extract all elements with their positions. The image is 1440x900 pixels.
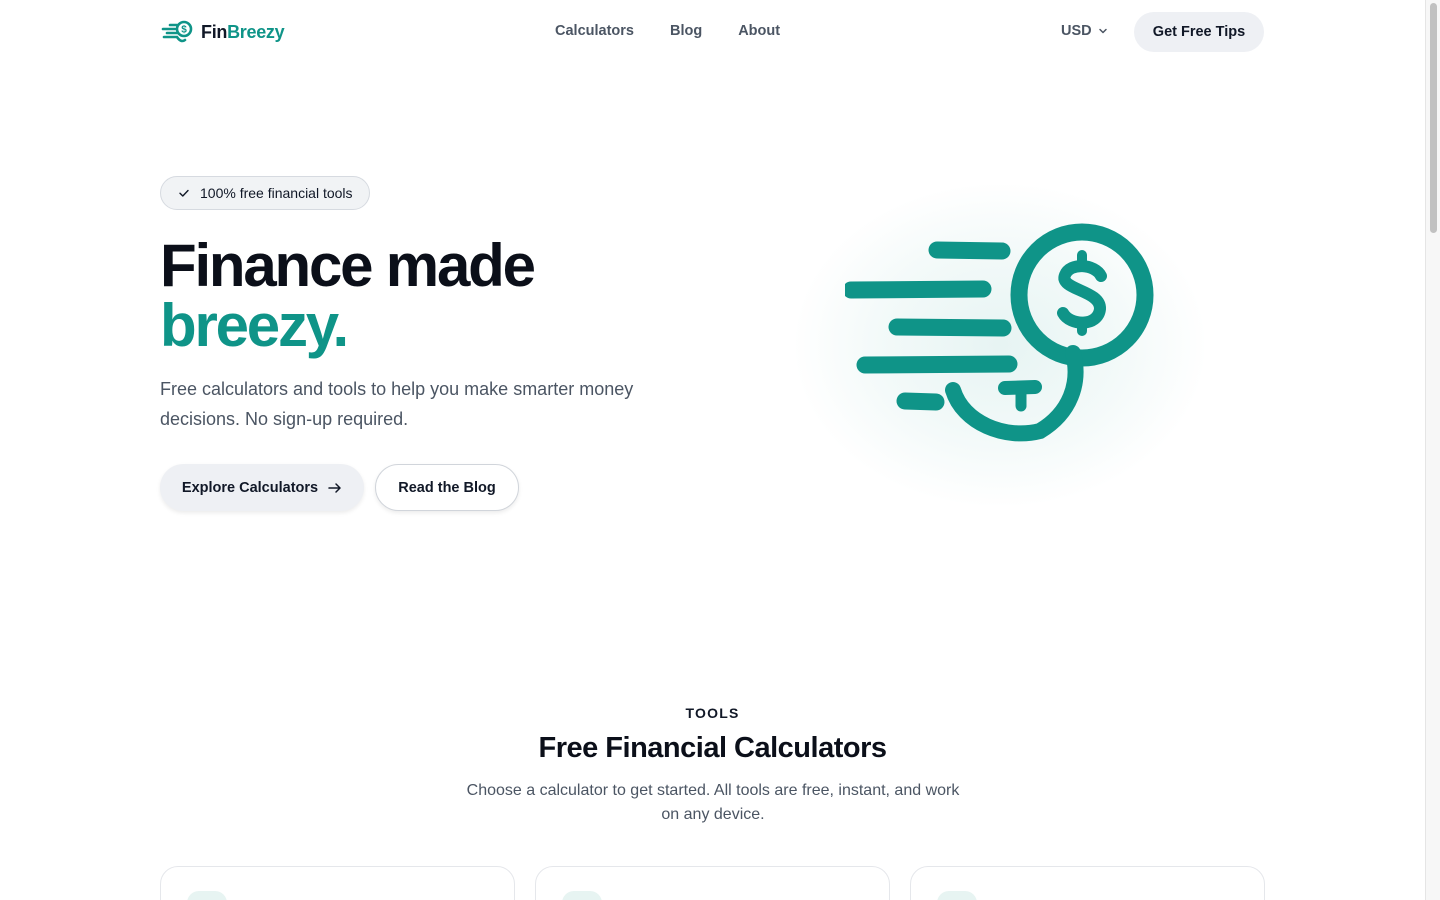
hero-badge-text: 100% free financial tools bbox=[200, 185, 353, 201]
chevron-down-icon bbox=[1098, 28, 1107, 34]
nav-link-about[interactable]: About bbox=[738, 23, 780, 39]
dollar-coin-speed-icon bbox=[845, 223, 1154, 442]
calculator-card-icon bbox=[562, 891, 602, 900]
get-free-tips-button[interactable]: Get Free Tips bbox=[1134, 12, 1264, 52]
scrollbar-thumb[interactable] bbox=[1430, 3, 1437, 233]
svg-text:$: $ bbox=[181, 25, 187, 36]
calculator-card[interactable] bbox=[160, 866, 515, 900]
currency-selector[interactable]: USD bbox=[1061, 23, 1108, 39]
hero-illustration bbox=[790, 180, 1210, 510]
explore-calculators-label: Explore Calculators bbox=[181, 479, 319, 496]
tools-eyebrow: TOOLS bbox=[685, 705, 740, 721]
hero-subtitle: Free calculators and tools to help you m… bbox=[160, 379, 634, 429]
main-nav: Calculators Blog About bbox=[555, 23, 780, 39]
page-scrollbar[interactable] bbox=[1425, 0, 1440, 900]
logo[interactable]: $ FinBreezy bbox=[161, 19, 285, 45]
currency-label: USD bbox=[1061, 23, 1092, 39]
calculator-card[interactable] bbox=[910, 866, 1265, 900]
hero-badge: 100% free financial tools bbox=[160, 176, 370, 210]
nav-link-calculators[interactable]: Calculators bbox=[555, 23, 634, 39]
tools-section-subtitle: Choose a calculator to get started. All … bbox=[466, 782, 960, 823]
calculator-card-icon bbox=[187, 891, 227, 900]
logo-text-breezy: Breezy bbox=[227, 21, 285, 42]
logo-text-fin: Fin bbox=[201, 21, 228, 42]
check-icon bbox=[179, 189, 189, 197]
calculator-card-icon bbox=[937, 891, 977, 900]
calculator-card[interactable] bbox=[535, 866, 890, 900]
hero-title-line2: breezy. bbox=[160, 292, 349, 359]
site-header: $ FinBreezy Calculators Blog About USD G… bbox=[0, 0, 1425, 64]
read-the-blog-button[interactable]: Read the Blog bbox=[375, 464, 519, 511]
explore-calculators-button[interactable]: Explore Calculators bbox=[160, 464, 364, 511]
logo-coin-icon: $ bbox=[161, 20, 193, 43]
nav-link-blog[interactable]: Blog bbox=[670, 23, 702, 39]
tools-section-title: Free Financial Calculators bbox=[538, 732, 887, 764]
arrow-right-icon bbox=[328, 482, 341, 493]
hero-title-line1: Finance made bbox=[160, 232, 536, 299]
